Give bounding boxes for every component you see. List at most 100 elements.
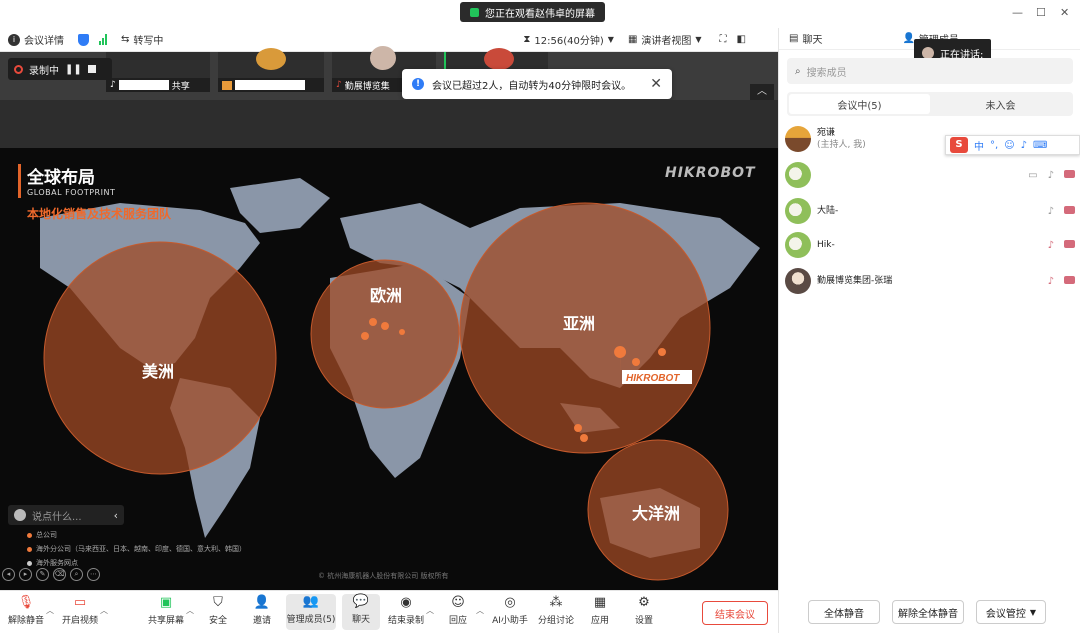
video-off-icon[interactable] [1064, 239, 1075, 248]
ai-assistant-button[interactable]: ◎ AI小助手 [488, 595, 532, 626]
emoji-icon[interactable]: ☺ [1004, 140, 1014, 151]
mute-all-button[interactable]: 全体静音 [808, 600, 880, 624]
minimize-button[interactable]: — [1012, 6, 1023, 19]
toast-message: 会议已超过2人，自动转为40分钟限时会议。 [432, 80, 632, 92]
continent-label-america: 美洲 [142, 362, 175, 381]
pause-icon[interactable]: ❚❚ [65, 64, 82, 75]
member-name: 勤展博览集团-张瑞 [817, 276, 893, 286]
member-row[interactable]: 大陆- ♪ [785, 196, 1075, 226]
invite-button[interactable]: 👤 邀请 [240, 595, 284, 626]
transcribe-label: 转写中 [133, 36, 164, 47]
maximize-button[interactable]: ☐ [1036, 6, 1046, 19]
view-mode-button[interactable]: ▦ 演讲者视图 ▼ [628, 32, 702, 47]
stop-icon[interactable] [87, 65, 96, 73]
pen-icon[interactable]: ✎ [36, 568, 49, 581]
tab-chat[interactable]: ▤ 聊天 [779, 31, 832, 46]
video-off-icon[interactable] [1064, 169, 1075, 178]
more-icon[interactable]: ⋯ [87, 568, 100, 581]
legend-dot [27, 532, 32, 538]
security-shield-icon[interactable] [78, 33, 89, 46]
screen-share-icon: ▭ [1028, 169, 1038, 181]
avatar [785, 198, 811, 224]
chevron-up-icon[interactable]: ︿ [186, 605, 194, 616]
tab-in-meeting[interactable]: 会议中(5) [789, 94, 930, 114]
tab-not-joined[interactable]: 未入会 [930, 94, 1071, 114]
voice-input-icon[interactable]: ♪ [1021, 140, 1027, 151]
manage-members-button[interactable]: 👥 管理成员(5) [286, 594, 336, 630]
apps-button[interactable]: ▦ 应用 [578, 595, 622, 626]
chat-button[interactable]: 💬 聊天 [342, 594, 380, 630]
mic-icon[interactable]: ♪ [1048, 206, 1054, 217]
end-recording-button[interactable]: ◉ 结束录制 [384, 595, 428, 626]
member-search-input[interactable]: ⌕ 搜索成员 [787, 58, 1073, 84]
share-screen-label: 共享屏幕 [147, 616, 184, 626]
fullscreen-icon[interactable]: ⛶ [720, 34, 727, 45]
ime-language-toggle[interactable]: 中 [974, 138, 984, 153]
screen-share-icon: ▣ [159, 595, 173, 610]
layout-toggle-icon[interactable]: ◧ [737, 34, 746, 45]
ime-toolbar[interactable]: S 中 °, ☺ ♪ ⌨ [945, 135, 1080, 155]
view-mode-label: 演讲者视图 [641, 36, 692, 47]
unmute-button[interactable]: 🎙 解除静音 [4, 595, 48, 626]
share-screen-button[interactable]: ▣ 共享屏幕 [144, 595, 188, 626]
hourglass-icon: ⧗ [523, 34, 531, 45]
meeting-control-button[interactable]: 会议管控 ▼ [976, 600, 1046, 624]
member-row[interactable]: Hik- ♪ [785, 230, 1075, 260]
ai-assistant-label: AI小助手 [492, 616, 528, 626]
close-toast-button[interactable]: ✕ [650, 76, 662, 92]
brand-logo: HIKROBOT [665, 165, 756, 181]
member-name: 大陆- [817, 206, 839, 216]
gear-icon: ⚙ [638, 595, 650, 610]
close-window-button[interactable]: ✕ [1060, 6, 1069, 19]
next-icon[interactable]: ▸ [19, 568, 32, 581]
unmute-all-button[interactable]: 解除全体静音 [892, 600, 964, 624]
transcribe-status[interactable]: ⇆ 转写中 [121, 32, 163, 47]
meeting-toolbar: 🎙 解除静音 ︿ ▭ 开启视频 ︿ ▣ 共享屏幕 ︿ ⛉ 安全 👤 邀请 👥 管理成员(5)… [0, 590, 778, 633]
chevron-up-icon[interactable]: ︿ [476, 605, 484, 616]
end-meeting-button[interactable]: 结束会议 [702, 601, 768, 625]
prev-icon[interactable]: ◂ [2, 568, 15, 581]
legend-label: 海外服务网点 [36, 559, 78, 567]
chevron-up-icon[interactable]: ︿ [426, 605, 434, 616]
punctuation-icon[interactable]: °, [990, 140, 998, 151]
settings-button[interactable]: ⚙ 设置 [622, 595, 666, 626]
start-video-button[interactable]: ▭ 开启视频 [58, 595, 102, 626]
mic-muted-icon[interactable]: ♪ [1048, 240, 1054, 251]
member-row[interactable]: ▭ ♪ [785, 160, 1075, 190]
chat-placeholder: 说点什么... [32, 511, 82, 523]
zoom-icon[interactable]: ⌕ [70, 568, 83, 581]
video-off-icon[interactable] [1064, 275, 1075, 284]
signal-strength-icon[interactable] [99, 34, 107, 45]
meeting-details-button[interactable]: i 会议详情 [8, 32, 64, 47]
record-icon [14, 64, 23, 74]
reactions-button[interactable]: ☺ 回应 [436, 595, 480, 626]
mic-icon[interactable]: ♪ [1048, 170, 1054, 181]
mic-muted-icon[interactable]: ♪ [1048, 276, 1054, 287]
security-button[interactable]: ⛉ 安全 [196, 595, 240, 626]
legend-label: 海外分公司（马来西亚、日本、越南、印度、德国、意大利、韩国） [36, 545, 246, 553]
recording-label: 录制中 [29, 65, 59, 77]
breakout-button[interactable]: ⁂ 分组讨论 [534, 595, 578, 626]
emoji-icon: ☺ [451, 595, 465, 610]
video-off-icon[interactable] [1064, 205, 1075, 214]
avatar [484, 48, 514, 70]
bullet-chat-input[interactable]: 说点什么... ‹ [8, 505, 124, 525]
member-row[interactable]: 勤展博览集团-张瑞 ♪ [785, 266, 1075, 296]
redacted-name [235, 80, 305, 90]
collapse-strip-button[interactable]: ︿ [750, 84, 774, 100]
keyboard-icon[interactable]: ⌨ [1033, 140, 1047, 151]
members-panel: ▤聊天 👤管理成员 正在讲话: ⌕ 搜索成员 会议中(5) 未入会 宛谦(主持人… [778, 28, 1080, 633]
meeting-timer[interactable]: ⧗ 12:56(40分钟) ▼ [523, 32, 614, 47]
avatar [256, 48, 286, 70]
collapse-chat-button[interactable]: ‹ [114, 509, 118, 522]
chevron-up-icon[interactable]: ︿ [100, 605, 108, 616]
apps-label: 应用 [590, 616, 609, 626]
video-tile[interactable]: ♪ 共享 [106, 52, 210, 92]
video-tile[interactable] [218, 48, 324, 92]
eraser-icon[interactable]: ⌫ [53, 568, 66, 581]
emoji-icon[interactable] [14, 509, 26, 521]
chevron-up-icon[interactable]: ︿ [46, 605, 54, 616]
recording-indicator[interactable]: 录制中 ❚❚ [8, 58, 112, 80]
share-banner: 您正在观看赵伟卓的屏幕 [460, 2, 605, 22]
legend-item: 总公司 [27, 530, 57, 540]
